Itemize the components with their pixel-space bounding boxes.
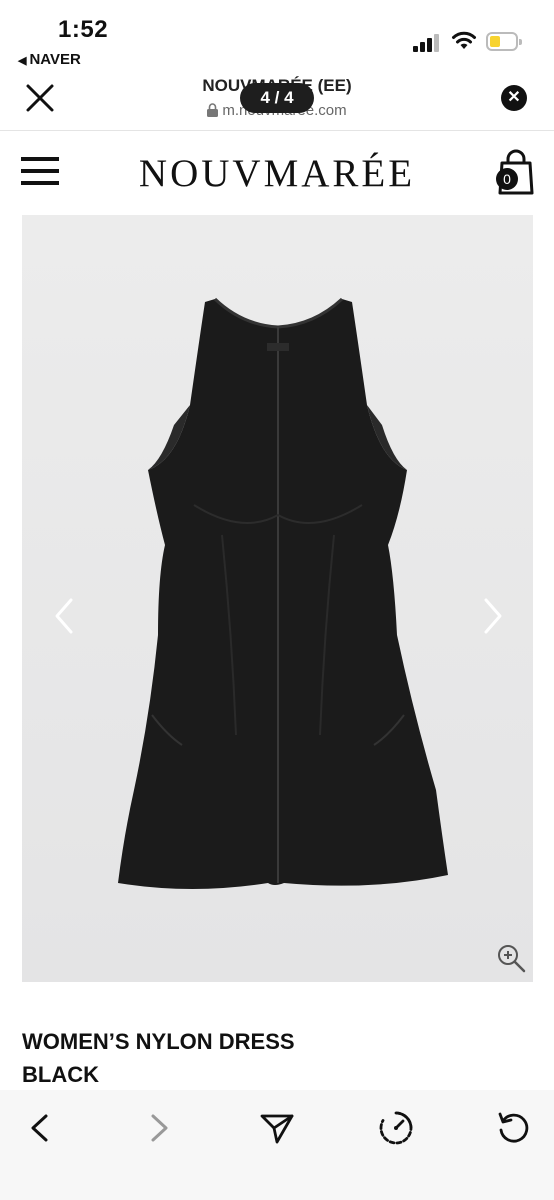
zoom-in-icon[interactable] [496, 943, 526, 973]
refresh-icon[interactable] [494, 1108, 534, 1148]
brand-logo[interactable]: NOUVMARÉE [0, 151, 554, 196]
timer-icon[interactable] [376, 1108, 416, 1148]
back-arrow-icon[interactable] [20, 1108, 60, 1148]
in-app-browser-bar: NOUVMARÉE (EE) m.nouvmaree.com 4 / 4 ✕ [0, 72, 554, 131]
back-app-label: NAVER [29, 51, 81, 68]
cart-count-badge: 0 [496, 168, 518, 190]
cellular-signal-icon [413, 34, 439, 52]
site-header: NOUVMARÉE [0, 131, 554, 215]
previous-image-arrow-icon[interactable] [50, 595, 80, 637]
product-image-carousel[interactable] [22, 215, 533, 982]
share-icon[interactable] [257, 1108, 297, 1148]
back-triangle-icon: ◀ [18, 55, 27, 67]
back-to-app-link[interactable]: ◀ NAVER [18, 51, 81, 68]
wifi-icon [452, 31, 476, 49]
product-name: WOMEN’S NYLON DRESS BLACK [22, 1025, 422, 1091]
dismiss-button[interactable]: ✕ [501, 85, 527, 111]
next-image-arrow-icon[interactable] [477, 595, 507, 637]
battery-low-icon [486, 32, 522, 51]
lock-icon [207, 103, 219, 117]
image-counter-badge: 4 / 4 [240, 83, 314, 113]
status-time: 1:52 [58, 16, 109, 43]
product-name-line1: WOMEN’S NYLON DRESS [22, 1029, 295, 1054]
browser-toolbar [0, 1090, 554, 1200]
product-color-line: BLACK [22, 1062, 99, 1087]
forward-arrow-icon[interactable] [139, 1108, 179, 1148]
status-bar: 1:52 ◀ NAVER [0, 0, 554, 72]
product-photo-dress [22, 215, 533, 982]
